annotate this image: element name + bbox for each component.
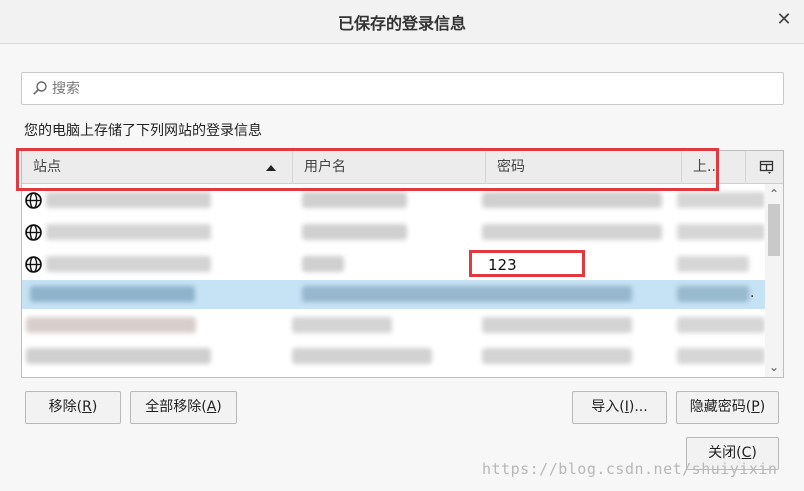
hide-passwords-button-label: 隐藏密码( (689, 399, 752, 415)
site-cell (30, 286, 195, 302)
globe-icon (25, 192, 42, 209)
scroll-up-icon[interactable]: ⌃ (768, 188, 780, 200)
hide-passwords-button-accesskey: P (751, 399, 760, 415)
username-cell (302, 256, 344, 272)
site-cell (46, 224, 211, 240)
table-header: 站点 用户名 密码 上.. (22, 151, 783, 184)
import-button[interactable]: 导入(I)... (572, 391, 667, 424)
password-cell: 123 (488, 256, 517, 274)
last-used-cell (677, 224, 765, 240)
username-cell (292, 348, 432, 364)
remove-all-button-label: 全部移除( (145, 399, 207, 415)
site-cell (26, 317, 196, 333)
sort-ascending-icon (266, 165, 276, 171)
table-row[interactable] (22, 218, 766, 247)
last-used-cell (677, 348, 765, 364)
vertical-scrollbar[interactable]: ⌃ ⌄ (765, 184, 783, 377)
import-button-label: 导入( (591, 399, 625, 415)
remove-all-button[interactable]: 全部移除(A) (130, 391, 237, 424)
search-box[interactable] (21, 72, 784, 105)
password-cell (482, 224, 662, 240)
table-row[interactable] (22, 186, 766, 215)
username-cell (302, 192, 407, 208)
column-header-password[interactable]: 密码 (486, 151, 682, 184)
hide-passwords-button-suffix: ) (759, 399, 766, 415)
table-row[interactable]: 123 (22, 250, 766, 279)
column-header-last-used-label: 上.. (693, 159, 716, 175)
close-button-accesskey: C (741, 445, 752, 461)
username-cell (292, 317, 392, 333)
last-used-cell: . (750, 285, 755, 301)
scrollbar-thumb[interactable] (768, 204, 780, 256)
last-used-cell (677, 317, 765, 333)
column-header-last-used[interactable]: 上.. (682, 151, 746, 184)
close-button-suffix: ) (751, 445, 757, 461)
username-cell (302, 224, 407, 240)
password-cell (677, 286, 749, 302)
watermark: https://blog.csdn.net/shuiyixin (482, 460, 778, 478)
description-text: 您的电脑上存储了下列网站的登录信息 (24, 123, 262, 139)
last-used-cell (677, 256, 749, 272)
table-row-selected[interactable]: . (22, 280, 766, 309)
column-header-username[interactable]: 用户名 (293, 151, 486, 184)
scroll-down-icon[interactable]: ⌄ (768, 361, 780, 373)
hide-passwords-button[interactable]: 隐藏密码(P) (676, 391, 779, 424)
remove-button-label: 移除( (48, 399, 83, 415)
globe-icon (25, 224, 42, 241)
remove-button-suffix: ) (91, 399, 98, 415)
title-bar: 已保存的登录信息 ✕ (0, 0, 804, 44)
remove-button-accesskey: R (82, 399, 92, 415)
globe-icon (25, 256, 42, 273)
close-button-label: 关闭( (708, 445, 742, 461)
password-cell (482, 317, 632, 333)
window-title: 已保存的登录信息 (337, 14, 466, 33)
username-cell (302, 286, 632, 302)
table-row[interactable] (22, 342, 766, 371)
close-icon[interactable]: ✕ (772, 8, 796, 32)
search-icon (33, 81, 47, 95)
column-header-username-label: 用户名 (304, 159, 346, 175)
last-used-cell (677, 192, 765, 208)
password-cell (482, 192, 662, 208)
logins-table: 站点 用户名 密码 上.. 123 . ⌃ ⌄ (21, 150, 784, 378)
table-row[interactable] (22, 311, 766, 340)
site-cell (46, 192, 211, 208)
import-button-suffix: )... (628, 399, 648, 415)
remove-button[interactable]: 移除(R) (25, 391, 121, 424)
remove-all-button-accesskey: A (206, 399, 217, 415)
site-cell (26, 348, 211, 364)
search-input[interactable] (52, 77, 772, 101)
remove-all-button-suffix: ) (216, 399, 222, 415)
column-header-site-label: 站点 (33, 159, 61, 175)
column-picker-icon[interactable] (759, 159, 775, 175)
password-cell (482, 348, 632, 364)
site-cell (46, 256, 211, 272)
column-header-site[interactable]: 站点 (22, 151, 293, 184)
column-header-password-label: 密码 (497, 159, 525, 175)
